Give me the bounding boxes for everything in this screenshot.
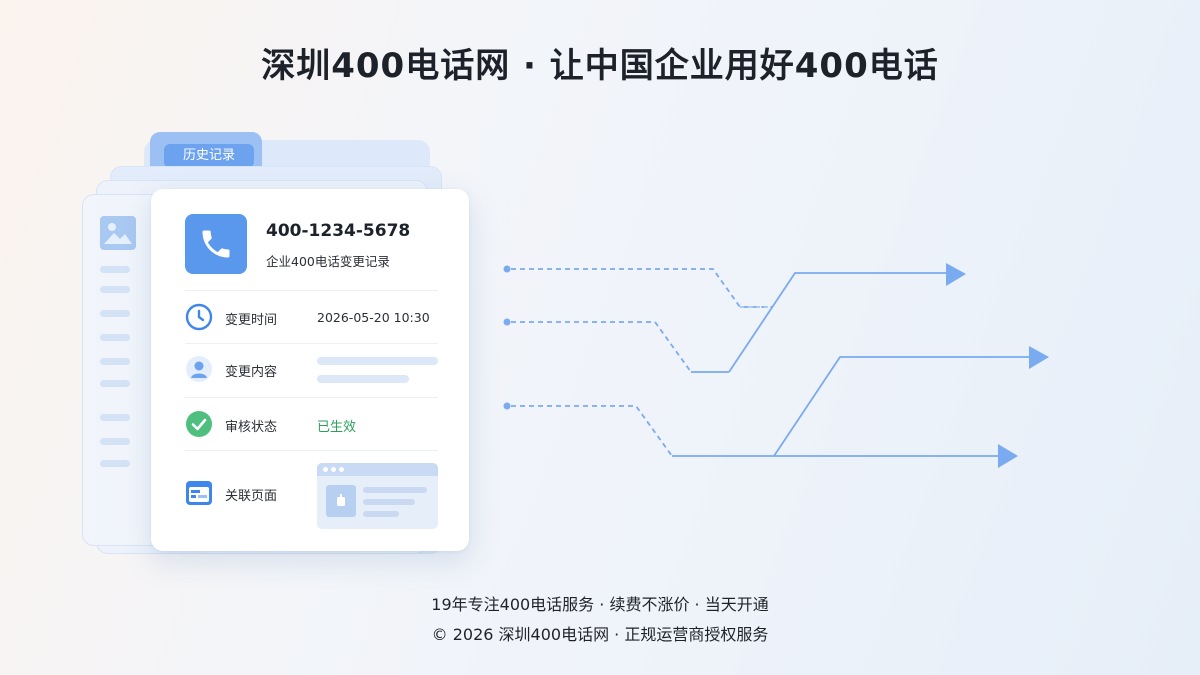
- row-label-linked-page: 关联页面: [225, 489, 278, 504]
- clock-icon: [185, 303, 213, 335]
- content-placeholder-line: [317, 375, 409, 383]
- user-icon: [185, 355, 213, 387]
- thumbnail-line: [363, 511, 399, 517]
- placeholder-line: [100, 380, 130, 387]
- row-label-change-content: 变更内容: [225, 365, 278, 380]
- placeholder-line: [100, 334, 130, 341]
- window-dot: [331, 467, 336, 472]
- content-placeholder-line: [317, 357, 438, 365]
- check-circle-icon: [185, 410, 213, 442]
- browser-page-icon: [185, 479, 213, 511]
- row-label-change-time: 变更时间: [225, 313, 278, 328]
- phone-icon: [185, 214, 247, 274]
- thumbnail-line: [363, 487, 427, 493]
- placeholder-line: [100, 438, 130, 445]
- placeholder-line: [100, 460, 130, 467]
- footer-tagline: 19年专注400电话服务 · 续费不涨价 · 当天开通: [431, 595, 769, 614]
- image-placeholder-icon: [100, 216, 136, 250]
- divider: [185, 290, 438, 291]
- placeholder-line: [100, 266, 130, 273]
- change-time-value: 2026-05-20 10:30: [317, 310, 430, 325]
- divider: [185, 397, 438, 398]
- placeholder-line: [100, 414, 130, 421]
- status-badge: 已生效: [317, 420, 357, 435]
- window-dot: [339, 467, 344, 472]
- placeholder-line: [100, 286, 130, 293]
- divider: [185, 450, 438, 451]
- card-subtitle: 企业400电话变更记录: [266, 254, 390, 269]
- placeholder-line: [100, 310, 130, 317]
- change-record-card: 400-1234-5678 企业400电话变更记录 变更时间 2026-05-2…: [151, 189, 469, 551]
- thumbnail-line: [363, 499, 415, 505]
- divider: [185, 343, 438, 344]
- headline: 深圳400电话网 · 让中国企业用好400电话: [261, 46, 939, 86]
- history-folder-label: 历史记录: [164, 144, 254, 168]
- thumbnail-image-icon: [326, 485, 356, 517]
- placeholder-line: [100, 358, 130, 365]
- window-dot: [323, 467, 328, 472]
- row-label-review-status: 审核状态: [225, 420, 278, 435]
- phone-number: 400-1234-5678: [266, 221, 411, 241]
- linked-page-thumbnail[interactable]: [317, 463, 438, 529]
- footer-copyright: © 2026 深圳400电话网 · 正规运营商授权服务: [431, 625, 769, 644]
